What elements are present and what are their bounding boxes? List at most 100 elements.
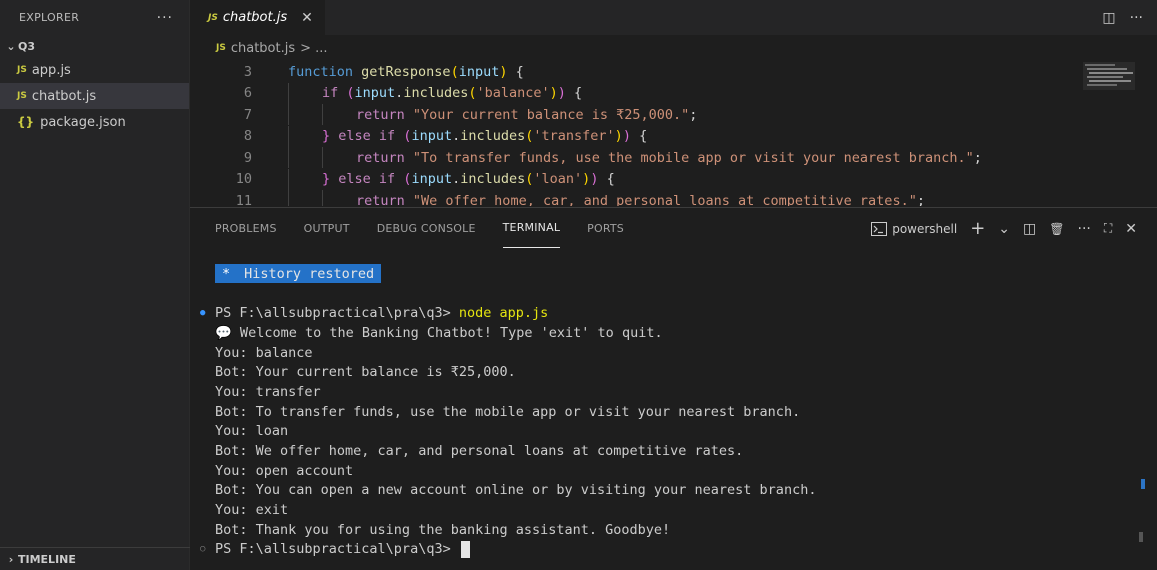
- terminal-output-line: You: balance: [215, 344, 313, 361]
- terminal-output-line: Bot: Your current balance is ₹25,000.: [215, 364, 516, 381]
- chevron-down-icon: ⌄: [6, 39, 16, 53]
- code-token: ): [590, 171, 599, 188]
- success-dot-icon: ●: [200, 308, 206, 319]
- code-token: includes: [403, 85, 469, 102]
- code-token: else if: [338, 128, 404, 145]
- code-token: 'balance': [476, 85, 550, 102]
- bottom-panel: PROBLEMS OUTPUT DEBUG CONSOLE TERMINAL PORTS…: [190, 207, 1157, 570]
- tab-debug-console[interactable]: DEBUG CONSOLE: [377, 208, 476, 248]
- editor-tab-bar: JS chatbot.js ✕ ◫ ···: [190, 0, 1157, 35]
- terminal-output-line: Bot: Thank you for using the banking ass…: [215, 521, 671, 538]
- terminal-output-line: You: open account: [215, 462, 354, 479]
- code-token: .: [452, 171, 461, 188]
- breadcrumb-rest[interactable]: > ...: [300, 41, 327, 56]
- history-badge: * History restored: [215, 264, 382, 284]
- file-name: chatbot.js: [31, 88, 97, 104]
- editor-more-icon[interactable]: ···: [1130, 10, 1143, 26]
- json-file-icon: {}: [17, 115, 35, 129]
- indent-guide: [288, 168, 289, 190]
- breadcrumb[interactable]: JS chatbot.js > ...: [190, 35, 1157, 61]
- timeline-section[interactable]: › TIMELINE: [0, 547, 193, 570]
- code-token: (: [403, 171, 412, 188]
- chevron-down-icon[interactable]: ⌄: [998, 221, 1010, 237]
- terminal-output-line: Bot: To transfer funds, use the mobile a…: [215, 403, 801, 420]
- terminal[interactable]: * History restored ● PS F:\allsubpractic…: [190, 264, 1157, 570]
- tab-output[interactable]: OUTPUT: [304, 208, 350, 248]
- file-name: package.json: [40, 114, 126, 130]
- timeline-label: TIMELINE: [18, 552, 76, 566]
- prompt-text: PS F:\allsubpractical\pra\q3>: [215, 305, 459, 322]
- indent-guide: [288, 104, 289, 126]
- js-file-icon: JS: [17, 91, 27, 101]
- shell-name: powershell: [892, 221, 958, 236]
- code-editor[interactable]: 3 function getResponse(input) {6 if (input…: [190, 61, 1157, 206]
- terminal-output-line: Bot: You can open a new account online o…: [215, 482, 817, 499]
- code-token: ;: [689, 106, 698, 123]
- code-token: input: [354, 85, 396, 102]
- terminal-output-line: Bot: We offer home, car, and personal lo…: [215, 443, 744, 460]
- code-token: }: [322, 171, 339, 188]
- tab-terminal[interactable]: TERMINAL: [502, 208, 561, 248]
- code-token: ;: [973, 149, 982, 166]
- terminal-profile[interactable]: powershell: [871, 221, 958, 236]
- current-prompt-line: ○ PS F:\allsubpractical\pra\q3>: [190, 540, 1157, 560]
- prompt-text: PS F:\allsubpractical\pra\q3>: [215, 541, 459, 558]
- scrollbar-marker[interactable]: [1141, 479, 1145, 489]
- code-token: .: [395, 85, 404, 102]
- code-line: 8} else if (input. includes('transfer')) …: [190, 125, 1157, 148]
- panel-more-icon[interactable]: ···: [1078, 221, 1091, 237]
- trash-icon[interactable]: 🗑: [1049, 222, 1064, 236]
- maximize-icon[interactable]: ⛶: [1104, 221, 1112, 236]
- code-token: "Your current balance is ₹25,000.": [412, 106, 690, 123]
- minimap[interactable]: [1083, 62, 1135, 90]
- terminal-icon: [871, 221, 888, 236]
- code-token: {: [507, 63, 524, 80]
- code-token: (: [468, 85, 477, 102]
- terminal-output-line: You: transfer: [215, 383, 321, 400]
- close-icon[interactable]: ✕: [301, 10, 313, 26]
- indent-guide: [288, 190, 289, 206]
- code-token: "We offer home, car, and personal loans …: [412, 192, 917, 206]
- explorer-more-icon[interactable]: ···: [157, 10, 173, 26]
- history-line: * History restored: [190, 264, 1157, 284]
- code-token: ): [582, 171, 591, 188]
- explorer-header: EXPLORER ···: [0, 0, 189, 35]
- code-token: (: [450, 63, 459, 80]
- code-token: getResponse: [361, 63, 451, 80]
- terminal-output-line: 💬 Welcome to the Banking Chatbot! Type '…: [215, 324, 663, 341]
- code-token: }: [322, 128, 339, 145]
- code-line: 10} else if (input. includes('loan')) {: [190, 168, 1157, 191]
- file-item[interactable]: JS chatbot.js: [0, 83, 189, 109]
- code-token: (: [525, 171, 534, 188]
- js-file-icon: JS: [17, 65, 27, 75]
- terminal-output-line: You: exit: [215, 502, 289, 519]
- close-panel-icon[interactable]: ✕: [1125, 221, 1137, 237]
- folder-q3[interactable]: ⌄ Q3: [0, 35, 189, 57]
- code-token: return: [356, 106, 413, 123]
- line-number: 7: [243, 106, 252, 123]
- file-item[interactable]: JS app.js: [0, 57, 189, 83]
- code-token: return: [356, 149, 413, 166]
- split-terminal-icon[interactable]: ◫: [1023, 221, 1036, 237]
- code-token: ;: [916, 192, 925, 206]
- code-token: .: [452, 128, 461, 145]
- tab-chatbot-js[interactable]: JS chatbot.js ✕: [190, 0, 325, 35]
- scrollbar-thumb[interactable]: [1139, 532, 1143, 542]
- explorer-title: EXPLORER: [19, 11, 80, 24]
- new-terminal-icon[interactable]: +: [970, 218, 985, 239]
- command-text: node app.js: [458, 305, 549, 322]
- file-item[interactable]: {} package.json: [0, 109, 189, 135]
- code-line: 7 return "Your current balance is ₹25,000…: [190, 104, 1157, 126]
- code-token: input: [458, 63, 500, 80]
- breadcrumb-file[interactable]: chatbot.js: [231, 41, 295, 56]
- code-token: {: [630, 128, 648, 145]
- tab-problems[interactable]: PROBLEMS: [215, 208, 277, 248]
- tab-ports[interactable]: PORTS: [587, 208, 624, 248]
- code-token: 'loan': [533, 171, 583, 188]
- split-editor-icon[interactable]: ◫: [1102, 10, 1115, 26]
- folder-label: Q3: [18, 39, 36, 53]
- code-token: input: [411, 171, 453, 188]
- line-number: 10: [235, 171, 252, 188]
- code-line: 9 return "To transfer funds, use the mobi…: [190, 147, 1157, 169]
- code-token: {: [565, 85, 583, 102]
